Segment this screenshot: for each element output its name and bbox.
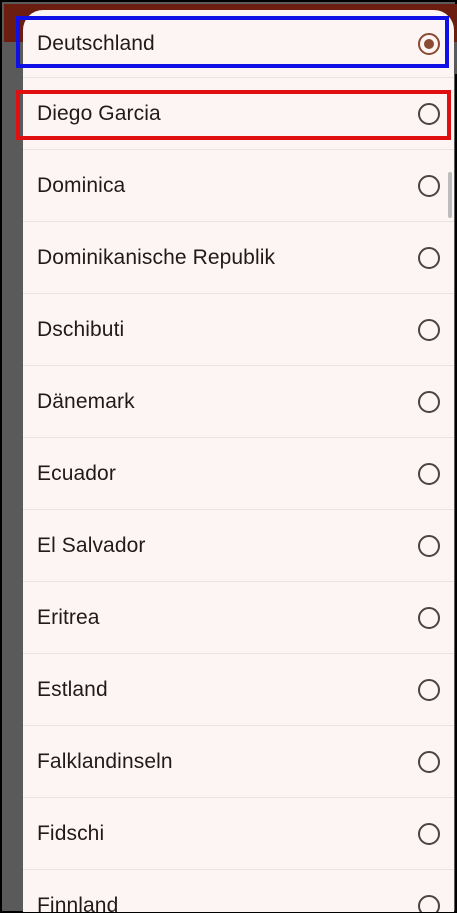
radio-button-icon[interactable] [418,462,440,485]
radio-button-checked-icon[interactable] [418,32,440,55]
list-item-dominica[interactable]: Dominica [23,150,454,222]
radio-button-icon[interactable] [418,822,440,845]
radio-button-icon[interactable] [418,102,440,125]
list-item-label: Falklandinseln [37,749,173,773]
radio-button-icon[interactable] [418,318,440,341]
radio-button-icon[interactable] [418,894,440,912]
list-item-el-salvador[interactable]: El Salvador [23,510,454,582]
list-item-label: Fidschi [37,821,105,845]
list-item-label: Dominikanische Republik [37,245,276,269]
radio-button-icon[interactable] [418,246,440,269]
list-item-label: Estland [37,677,108,701]
screen-frame: Deutschland Diego Garcia Dominica Domini… [0,0,457,913]
radio-button-icon[interactable] [418,390,440,413]
radio-button-icon[interactable] [418,174,440,197]
list-item-label: Deutschland [37,31,155,55]
radio-button-icon[interactable] [418,606,440,629]
list-item-eritrea[interactable]: Eritrea [23,582,454,654]
list-item-dominikanische-republik[interactable]: Dominikanische Republik [23,222,454,294]
list-item-label: Finnland [37,893,119,913]
radio-button-icon[interactable] [418,750,440,773]
list-item-label: Diego Garcia [37,101,161,125]
list-item-daenemark[interactable]: Dänemark [23,366,454,438]
country-picker-dialog: Deutschland Diego Garcia Dominica Domini… [23,10,454,912]
list-item-label: Eritrea [37,605,100,629]
list-item-label: Dschibuti [37,317,125,341]
radio-button-icon[interactable] [418,534,440,557]
list-item-label: Dänemark [37,389,135,413]
list-item-falklandinseln[interactable]: Falklandinseln [23,726,454,798]
list-item-dschibuti[interactable]: Dschibuti [23,294,454,366]
radio-button-icon[interactable] [418,678,440,701]
list-item-diego-garcia[interactable]: Diego Garcia [23,78,454,150]
list-item-estland[interactable]: Estland [23,654,454,726]
list-item-finnland[interactable]: Finnland [23,870,454,912]
list-item-ecuador[interactable]: Ecuador [23,438,454,510]
scrollbar-thumb[interactable] [448,172,452,218]
list-item-label: El Salvador [37,533,146,557]
list-item-label: Dominica [37,173,126,197]
list-item-label: Ecuador [37,461,116,485]
list-item-fidschi[interactable]: Fidschi [23,798,454,870]
list-item-deutschland[interactable]: Deutschland [23,10,454,78]
country-list[interactable]: Deutschland Diego Garcia Dominica Domini… [23,10,454,912]
